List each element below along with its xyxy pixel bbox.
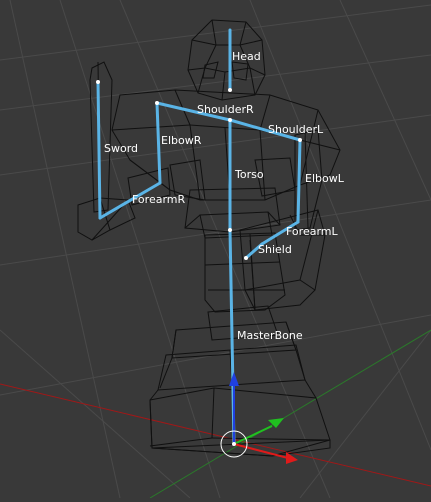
bone-label-master-bone: MasterBone	[237, 329, 303, 342]
bone-label-sword: Sword	[104, 142, 138, 155]
knight-wireframe-mesh	[77, 19, 341, 457]
armature[interactable]	[96, 28, 302, 446]
y-axis-handle[interactable]	[233, 425, 273, 445]
bone-label-head: Head	[232, 50, 261, 63]
bone-label-torso: Torso	[234, 168, 264, 181]
bone-label-forearm-r: ForearmR	[132, 193, 185, 206]
y-axis-line	[149, 329, 431, 499]
bone-label-elbow-l: ElbowL	[305, 172, 345, 185]
floor-grid	[0, 0, 431, 499]
bone-label-shoulder-r: ShoulderR	[197, 103, 254, 116]
z-arrow-icon[interactable]	[229, 372, 239, 386]
viewport-canvas[interactable]: Head ShoulderR ShoulderL ElbowR ElbowL S…	[0, 0, 431, 499]
bone-sword[interactable]	[96, 80, 102, 220]
bone-label-elbow-r: ElbowR	[161, 134, 202, 147]
bone-label-forearm-l: ForearmL	[286, 225, 338, 238]
bone-elbow-l[interactable]	[296, 138, 302, 224]
bone-label-shield: Shield	[258, 243, 292, 256]
bone-label-shoulder-l: ShoulderL	[268, 123, 324, 136]
x-axis-line	[0, 383, 431, 487]
transform-manipulator-icon[interactable]	[229, 372, 298, 464]
3d-viewport[interactable]: Head ShoulderR ShoulderL ElbowR ElbowL S…	[0, 0, 431, 499]
